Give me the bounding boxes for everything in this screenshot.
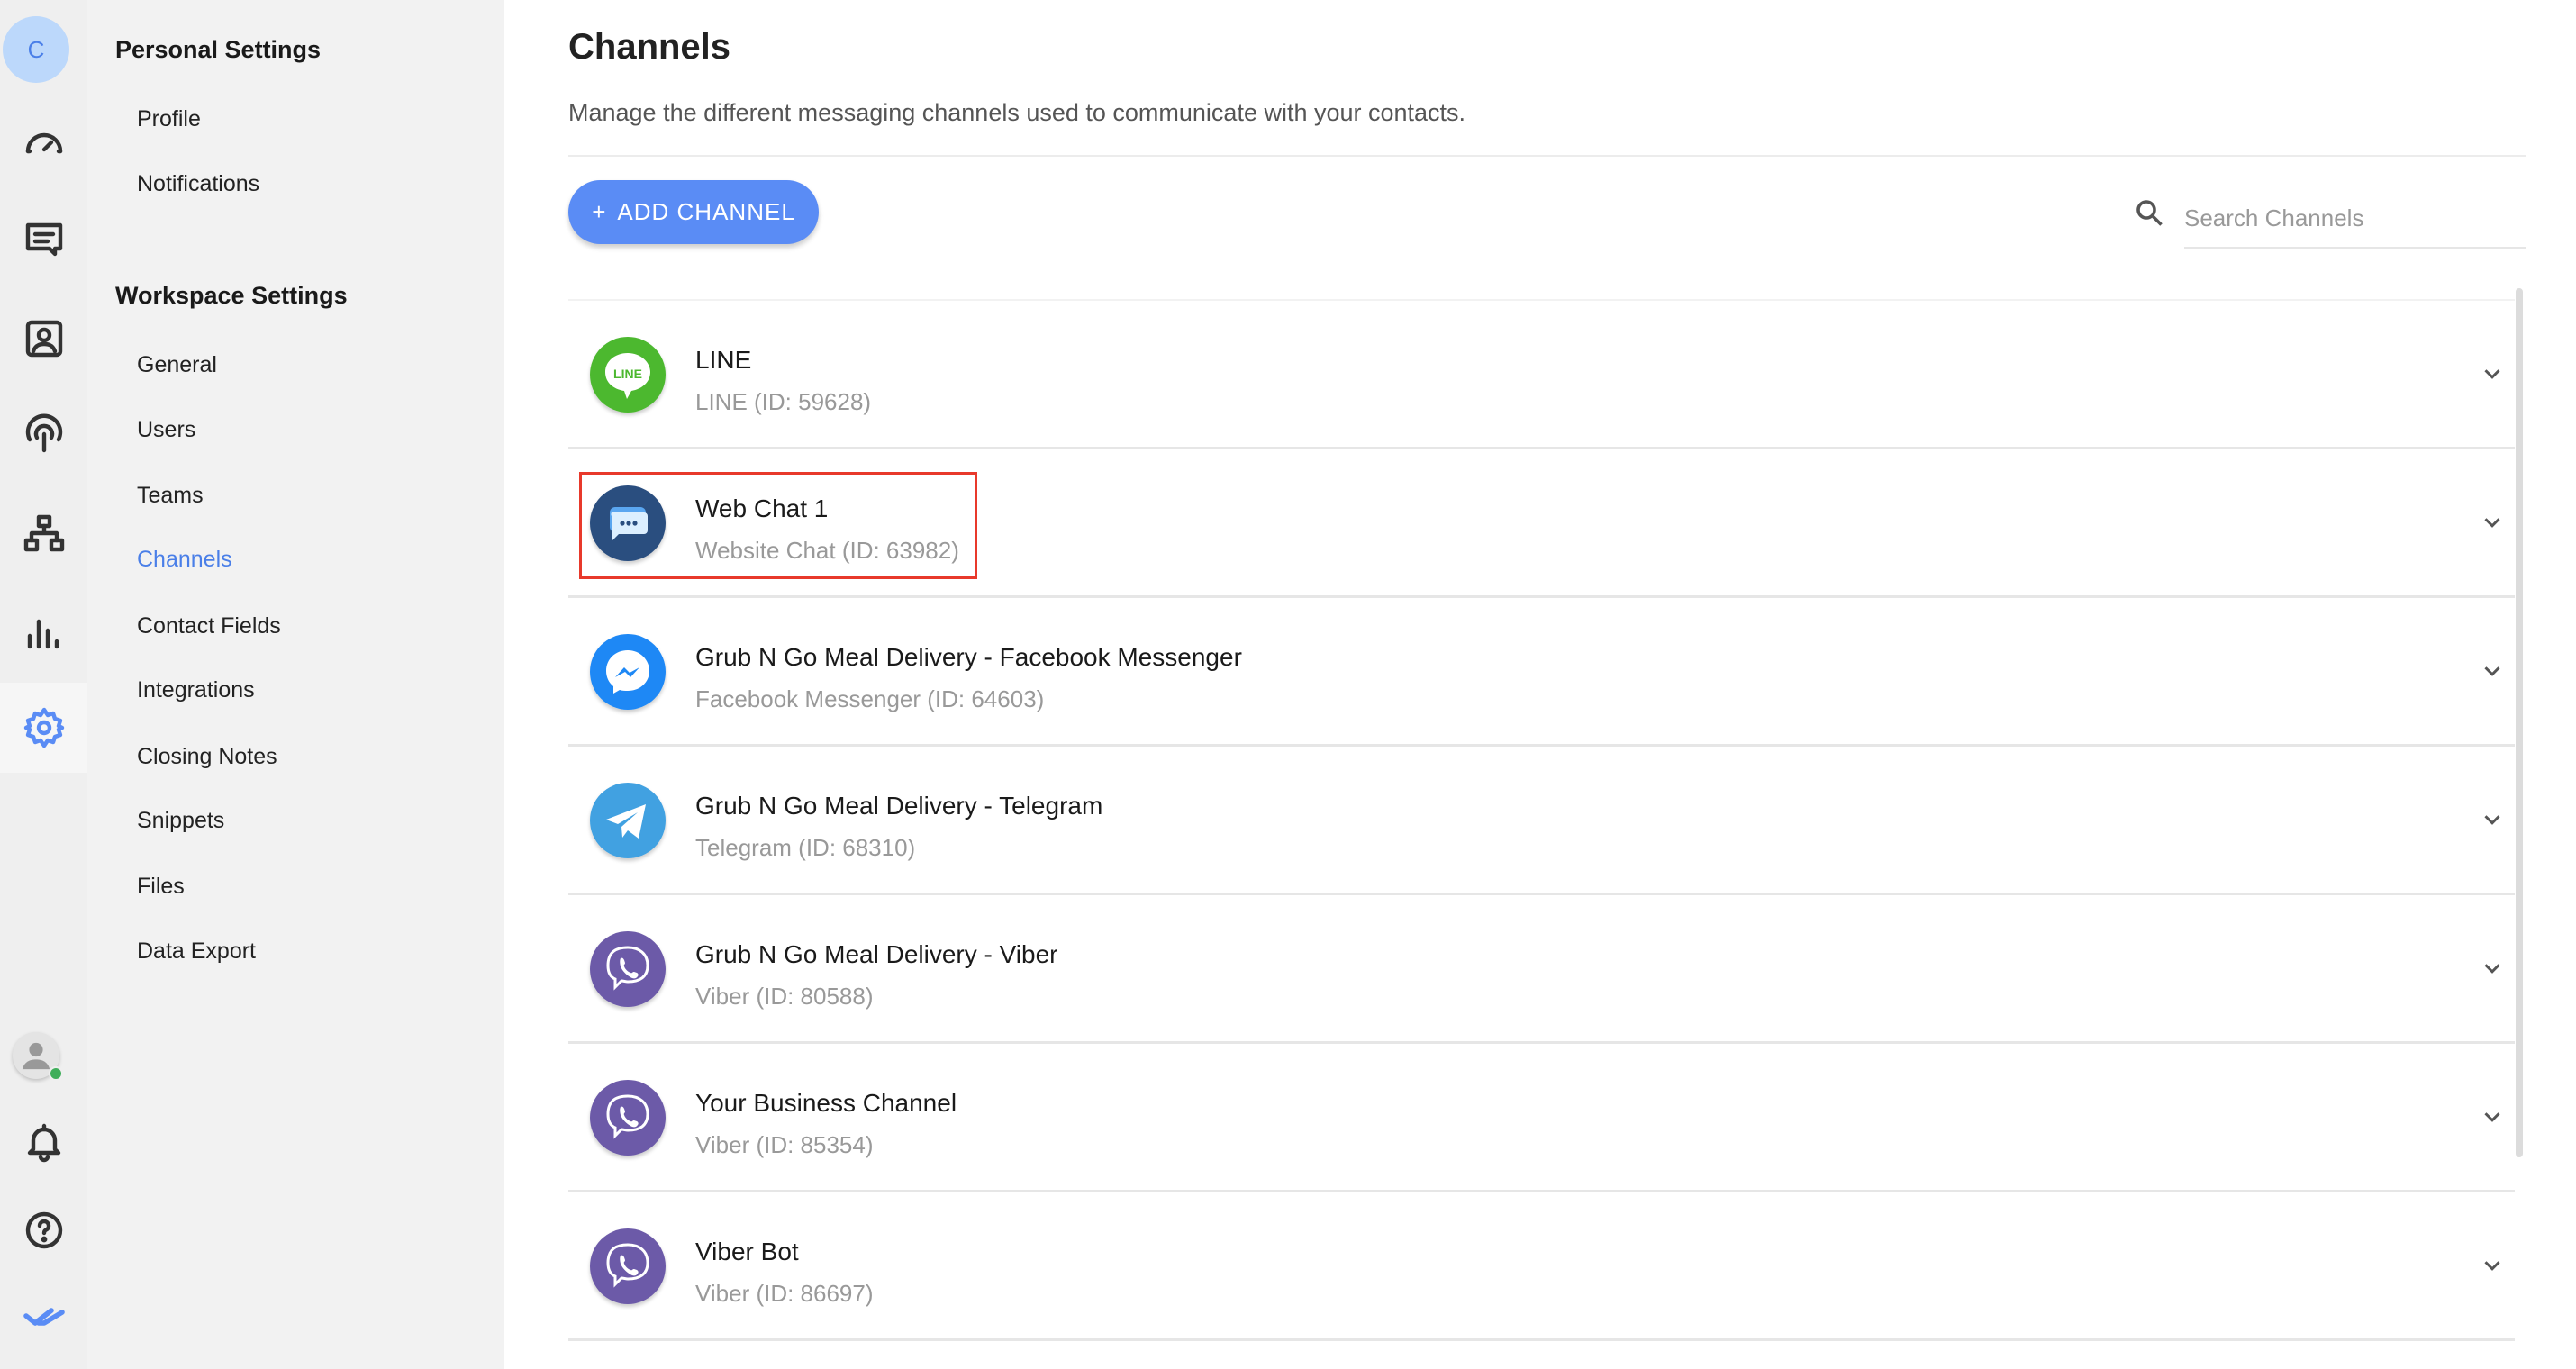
channel-name: Grub N Go Meal Delivery - Telegram: [695, 792, 1103, 820]
sidebar-item-general[interactable]: General: [137, 352, 217, 378]
channel-type-id: Telegram (ID: 68310): [695, 834, 916, 861]
channel-type-id: Viber (ID: 86697): [695, 1280, 874, 1307]
chevron-down-icon[interactable]: [2479, 1252, 2506, 1279]
messenger-channel-icon: [590, 634, 666, 710]
channel-name: Grub N Go Meal Delivery - Facebook Messe…: [695, 643, 1242, 671]
svg-text:LINE: LINE: [613, 367, 642, 381]
sidebar-item-snippets[interactable]: Snippets: [137, 808, 224, 834]
channel-row[interactable]: Grub N Go Meal Delivery - Viber Viber (I…: [568, 895, 2515, 1044]
chevron-down-icon[interactable]: [2479, 955, 2506, 982]
webchat-channel-icon: [590, 485, 666, 561]
reports-icon[interactable]: [0, 587, 87, 677]
nav-rail: C: [0, 0, 87, 1369]
bell-icon[interactable]: [0, 1097, 87, 1187]
sidebar-item-profile[interactable]: Profile: [137, 106, 201, 132]
personal-settings-heading: Personal Settings: [115, 36, 322, 63]
channel-type-id: Viber (ID: 80588): [695, 983, 874, 1010]
viber-channel-icon: [590, 931, 666, 1007]
sidebar-item-teams[interactable]: Teams: [137, 483, 204, 509]
scrollbar[interactable]: [2516, 288, 2523, 1157]
channel-row[interactable]: LINE LINE LINE (ID: 59628): [568, 301, 2515, 449]
workspace-settings-heading: Workspace Settings: [115, 282, 348, 309]
user-avatar[interactable]: [13, 1032, 63, 1081]
divider: [568, 155, 2526, 157]
channel-name: Grub N Go Meal Delivery - Viber: [695, 940, 1058, 968]
channel-type-id: Facebook Messenger (ID: 64603): [695, 685, 1045, 712]
channel-row[interactable]: Viber Bot Viber (ID: 86697): [568, 1192, 2515, 1341]
channel-row[interactable]: Grub N Go Meal Delivery - Telegram Teleg…: [568, 747, 2515, 895]
add-channel-label: ADD CHANNEL: [617, 198, 795, 225]
channel-type-id: Viber (ID: 85354): [695, 1131, 874, 1158]
sidebar-item-integrations[interactable]: Integrations: [137, 677, 255, 703]
channel-row[interactable]: Grub N Go Meal Delivery - Facebook Messe…: [568, 598, 2515, 747]
chevron-down-icon[interactable]: [2479, 806, 2506, 833]
sidebar-item-closing-notes[interactable]: Closing Notes: [137, 744, 277, 770]
channel-name: Web Chat 1: [695, 494, 829, 522]
search-channels-input[interactable]: [2184, 189, 2526, 249]
viber-channel-icon: [590, 1228, 666, 1304]
sidebar-item-data-export[interactable]: Data Export: [137, 938, 256, 965]
plus-icon: +: [592, 198, 607, 225]
sidebar-item-contact-fields[interactable]: Contact Fields: [137, 613, 281, 639]
chevron-down-icon[interactable]: [2479, 1103, 2506, 1130]
channel-type-id: LINE (ID: 59628): [695, 388, 872, 415]
chevron-down-icon[interactable]: [2479, 360, 2506, 387]
channel-name: Your Business Channel: [695, 1089, 957, 1117]
chevron-down-icon[interactable]: [2479, 657, 2506, 684]
workflows-icon[interactable]: [0, 488, 87, 578]
sidebar-item-notifications[interactable]: Notifications: [137, 171, 259, 197]
chevron-down-icon[interactable]: [2479, 509, 2506, 536]
online-status-dot: [49, 1066, 63, 1081]
line-channel-icon: LINE: [590, 337, 666, 413]
sidebar-item-files[interactable]: Files: [137, 874, 185, 900]
workspace-avatar[interactable]: C: [3, 16, 69, 83]
broadcast-icon[interactable]: [0, 389, 87, 479]
channel-name: Viber Bot: [695, 1238, 799, 1265]
settings-sidebar: Personal Settings Profile Notifications …: [87, 0, 504, 1369]
telegram-channel-icon: [590, 783, 666, 858]
channel-list: LINE LINE LINE (ID: 59628) Web Chat 1 We…: [568, 299, 2515, 1341]
help-icon[interactable]: [0, 1185, 87, 1275]
channel-row[interactable]: Web Chat 1 Website Chat (ID: 63982): [568, 449, 2515, 598]
search-icon: [2136, 200, 2163, 226]
viber-channel-icon: [590, 1080, 666, 1156]
channel-name: LINE: [695, 346, 752, 374]
messages-icon[interactable]: [0, 195, 87, 285]
page-title: Channels: [568, 27, 731, 67]
dashboard-icon[interactable]: [0, 99, 87, 189]
channel-type-id: Website Chat (ID: 63982): [695, 537, 959, 564]
page-subtitle: Manage the different messaging channels …: [568, 99, 1466, 126]
sidebar-item-users[interactable]: Users: [137, 417, 195, 443]
sidebar-item-channels[interactable]: Channels: [137, 547, 232, 573]
channel-row[interactable]: Your Business Channel Viber (ID: 85354): [568, 1044, 2515, 1192]
contacts-icon[interactable]: [0, 294, 87, 384]
logo-icon: [0, 1271, 87, 1361]
main-content: Channels Manage the different messaging …: [504, 0, 2576, 1369]
settings-icon[interactable]: [0, 683, 87, 773]
add-channel-button[interactable]: + ADD CHANNEL: [568, 180, 819, 244]
